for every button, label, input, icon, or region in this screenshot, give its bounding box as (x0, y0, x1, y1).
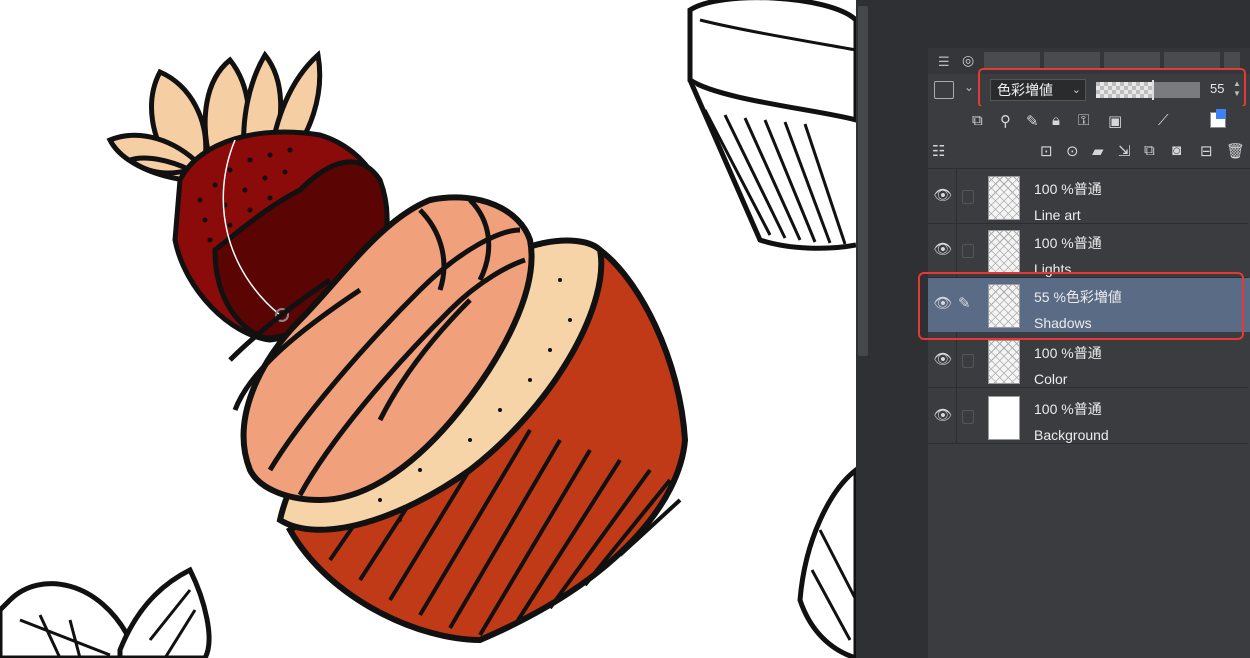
layer-opacity-mode: 100 %普通 (1034, 401, 1102, 417)
lineart-leaves-bottom-left (0, 566, 212, 658)
layer-lock-toggle[interactable] (962, 190, 974, 204)
layer-row-selected[interactable]: 👁︎ ✎ 55 %色彩増値 Shadows (918, 272, 1250, 340)
cupcake-illustration (0, 0, 856, 658)
chevron-down-icon[interactable]: ⌄ (964, 80, 974, 94)
new-raster-layer-icon[interactable]: ⊡ (1040, 142, 1053, 160)
new-folder-icon[interactable]: ▰ (1092, 142, 1104, 160)
eye-icon[interactable]: 👁︎ (932, 406, 954, 426)
opacity-slider-handle[interactable] (1152, 80, 1155, 100)
layer-color-square[interactable] (934, 81, 954, 99)
layer-toolbar-2: ☷ ⊡ ⊙ ▰ ⇲ ⧉ ◙ ⊟ 🗑︎ (928, 136, 1250, 169)
layer-opacity-mode: 100 %普通 (1034, 235, 1102, 251)
drawing-canvas[interactable] (0, 0, 856, 658)
layer-row[interactable]: 👁︎ 100 %普通 Lights (928, 224, 1250, 278)
layer-panel: ☰ ◎ ⌄ 色彩増値 ⌄ 55 ▲ ▼ ⧉ ⚲ ✎ 🔒︎ ⚿ ▣ ⟋ ☷ ⊡ ⊙ … (918, 0, 1250, 658)
eye-icon[interactable]: 👁︎ (932, 240, 954, 260)
blend-mode-bar: ⌄ 色彩増値 ⌄ 55 ▲ ▼ (928, 68, 1250, 108)
reference-icon[interactable]: ⚲ (1000, 112, 1011, 130)
layer-thumbnail (988, 176, 1020, 220)
panel-layout-icon[interactable]: ☷ (932, 142, 945, 160)
layer-thumbnail (988, 284, 1020, 328)
layer-lock-toggle[interactable] (962, 410, 974, 424)
layer-color-swatch-blue (1216, 109, 1226, 119)
layer-name: Shadows (1034, 315, 1092, 331)
layer-opacity-mode: 100 %普通 (1034, 181, 1102, 197)
lineart-cupcake-top-right (687, 0, 856, 251)
layer-mask-icon[interactable]: ◙ (1172, 142, 1181, 159)
opacity-value[interactable]: 55 (1210, 81, 1224, 96)
eye-icon[interactable]: 👁︎ (932, 294, 954, 314)
layer-thumbnail (988, 396, 1020, 440)
chevron-down-icon: ⌄ (1071, 84, 1081, 96)
trash-icon[interactable]: 🗑︎ (1226, 142, 1245, 160)
layer-opacity-mode: 55 %色彩増値 (1034, 289, 1122, 305)
opacity-stepper[interactable]: ▲ ▼ (1233, 79, 1241, 99)
layer-thumbnail (988, 230, 1020, 274)
layer-thumbnail (988, 340, 1020, 384)
layer-name: Color (1034, 371, 1068, 387)
opacity-slider-fill (1096, 82, 1154, 98)
opacity-slider[interactable] (1096, 80, 1200, 100)
eye-icon[interactable]: 👁︎ (932, 350, 954, 370)
layer-row[interactable]: 👁︎ 100 %普通 Background (928, 390, 1250, 444)
menu-icon[interactable]: ☰ (938, 54, 950, 70)
blend-mode-value: 色彩増値 (997, 82, 1053, 98)
apply-mask-icon[interactable]: ⊟ (1200, 142, 1213, 160)
pen-icon: ✎ (958, 295, 971, 312)
layer-row[interactable]: 👁︎ 100 %普通 Line art (928, 170, 1250, 224)
layer-lock-toggle[interactable] (962, 244, 974, 258)
mask-icon[interactable]: ▣ (1108, 112, 1122, 130)
transfer-down-icon[interactable]: ⇲ (1118, 142, 1131, 160)
lineart-cupcake-right (797, 466, 856, 658)
eye-icon[interactable]: 👁︎ (932, 186, 954, 206)
layer-row[interactable]: 👁︎ 100 %普通 Color (928, 334, 1250, 388)
layer-name: Background (1034, 427, 1109, 443)
draft-icon[interactable]: ✎ (1026, 112, 1039, 130)
lock-icon[interactable]: 🔒︎ (1052, 112, 1060, 129)
panel-header (928, 0, 1250, 48)
blend-mode-select[interactable]: 色彩増値 ⌄ (990, 79, 1086, 101)
lock-alpha-icon[interactable]: ⚿ (1078, 112, 1089, 129)
combine-down-icon[interactable]: ⧉ (1144, 142, 1155, 159)
layer-toolbar-1: ⧉ ⚲ ✎ 🔒︎ ⚿ ▣ ⟋ (928, 106, 1250, 136)
layer-opacity-mode: 100 %普通 (1034, 345, 1102, 361)
canvas-scrollbar-thumb[interactable] (858, 6, 868, 356)
ruler-icon[interactable]: ⟋ (1158, 112, 1169, 129)
layers-icon[interactable]: ◎ (962, 52, 974, 69)
layer-lock-toggle[interactable] (962, 354, 974, 368)
new-vector-layer-icon[interactable]: ⊙ (1066, 142, 1079, 160)
clip-icon[interactable]: ⧉ (972, 112, 983, 129)
